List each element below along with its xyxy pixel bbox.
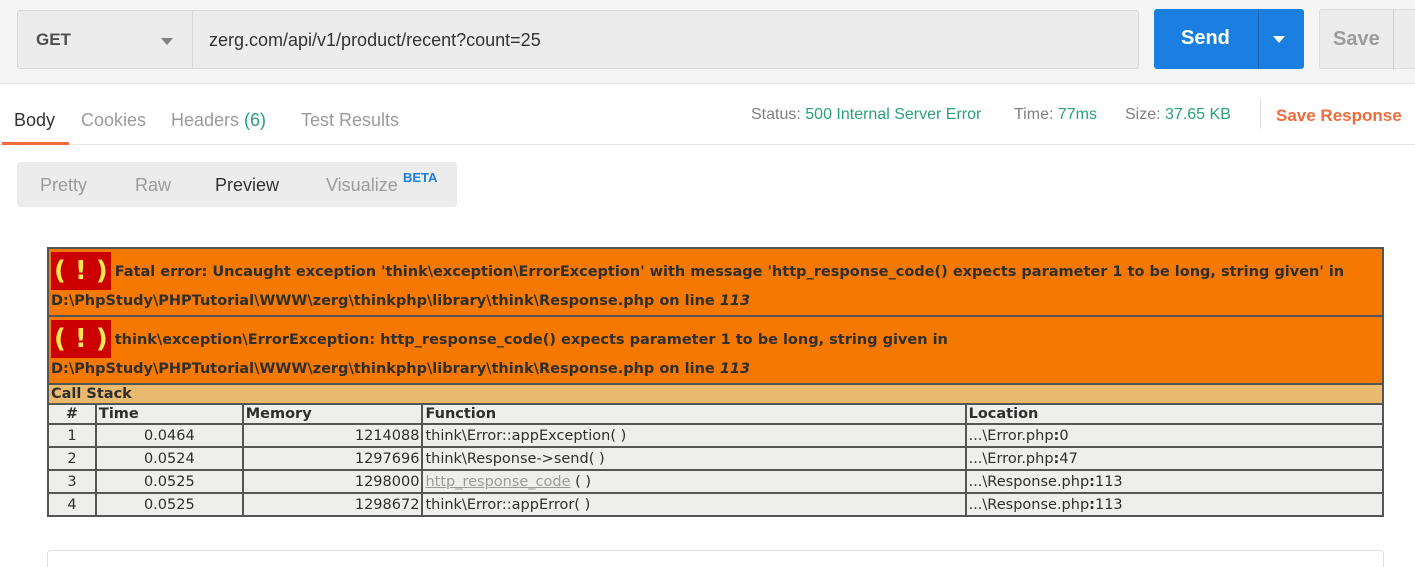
size-meta: Size: 37.65 KB bbox=[1125, 106, 1231, 124]
row-num: 1 bbox=[47, 423, 97, 448]
row-num: 3 bbox=[47, 469, 97, 494]
time-key: Time: bbox=[1014, 106, 1054, 123]
save-divider bbox=[1393, 10, 1394, 70]
chevron-down-icon bbox=[161, 38, 173, 45]
view-mode-selector: Pretty Raw Preview Visualize BETA bbox=[17, 162, 457, 207]
response-header: Body Cookies Headers (6) Test Results St… bbox=[0, 85, 1415, 145]
size-value: 37.65 KB bbox=[1165, 106, 1231, 123]
row-memory: 1298672 bbox=[241, 492, 424, 517]
time-value: 77ms bbox=[1057, 106, 1097, 123]
view-raw[interactable]: Raw bbox=[135, 175, 171, 196]
row-function: http_response_code ( ) bbox=[421, 469, 967, 494]
status-meta: Status: 500 Internal Server Error bbox=[751, 106, 981, 124]
headers-count-badge: (6) bbox=[244, 110, 267, 130]
meta-divider bbox=[1260, 99, 1261, 129]
exception-cell: ( ! ) think\exception\ErrorException: htt… bbox=[47, 315, 1384, 385]
response-footer-panel bbox=[47, 550, 1384, 567]
callstack-title-row: Call Stack bbox=[47, 383, 1384, 405]
row-memory: 1297696 bbox=[241, 446, 424, 471]
tab-cookies[interactable]: Cookies bbox=[81, 110, 146, 131]
location-line: 113 bbox=[1094, 473, 1123, 490]
send-dropdown-icon[interactable] bbox=[1273, 36, 1285, 43]
table-row: 2 0.0524 1297696 think\Response->send( )… bbox=[47, 446, 1385, 471]
save-label: Save bbox=[1333, 28, 1380, 50]
row-time: 0.0525 bbox=[94, 492, 244, 517]
status-value: 500 Internal Server Error bbox=[805, 106, 982, 123]
tab-headers-label: Headers bbox=[171, 110, 245, 130]
send-divider bbox=[1258, 9, 1259, 69]
exception-row: ( ! ) think\exception\ErrorException: htt… bbox=[47, 315, 1384, 385]
size-key: Size: bbox=[1125, 106, 1161, 123]
exception-text: think\exception\ErrorException: http_res… bbox=[51, 332, 948, 377]
fatal-error-text: Fatal error: Uncaught exception 'think\e… bbox=[51, 264, 1345, 309]
col-num: # bbox=[47, 403, 97, 425]
method-label: GET bbox=[36, 30, 71, 49]
col-time: Time bbox=[94, 403, 244, 425]
callstack-header-row: # Time Memory Function Location bbox=[47, 403, 1385, 425]
php-manual-link[interactable]: http_response_code bbox=[425, 474, 570, 490]
exception-line: 113 bbox=[719, 361, 751, 377]
col-function: Function bbox=[421, 403, 967, 425]
location-file: ...\Error.php bbox=[968, 427, 1054, 444]
status-key: Status: bbox=[751, 106, 801, 123]
table-row: 4 0.0525 1298672 think\Error::appError( … bbox=[47, 492, 1385, 517]
row-time: 0.0464 bbox=[94, 423, 244, 448]
tab-body[interactable]: Body bbox=[14, 110, 55, 131]
fatal-error-row: ( ! ) Fatal error: Uncaught exception 'th… bbox=[47, 247, 1384, 317]
row-location: ...\Error.php:0 bbox=[964, 423, 1385, 448]
url-input[interactable]: zerg.com/api/v1/product/recent?count=25 bbox=[192, 10, 1139, 69]
send-label: Send bbox=[1181, 27, 1230, 49]
view-visualize[interactable]: Visualize bbox=[326, 175, 398, 196]
view-preview[interactable]: Preview bbox=[215, 175, 279, 196]
row-location: ...\Response.php:113 bbox=[964, 469, 1385, 494]
location-file: ...\Response.php bbox=[968, 473, 1090, 490]
row-time: 0.0525 bbox=[94, 469, 244, 494]
url-text: zerg.com/api/v1/product/recent?count=25 bbox=[209, 30, 541, 50]
table-row: 1 0.0464 1214088 think\Error::appExcepti… bbox=[47, 423, 1385, 448]
table-row: 3 0.0525 1298000 http_response_code ( ) … bbox=[47, 469, 1385, 494]
row-time: 0.0524 bbox=[94, 446, 244, 471]
tab-headers[interactable]: Headers (6) bbox=[171, 110, 266, 131]
beta-badge: BETA bbox=[403, 170, 438, 185]
save-button[interactable]: Save bbox=[1319, 9, 1415, 70]
method-select[interactable]: GET bbox=[17, 10, 192, 69]
location-line: 0 bbox=[1059, 427, 1069, 444]
active-tab-indicator bbox=[2, 142, 69, 145]
send-button[interactable]: Send bbox=[1154, 9, 1304, 69]
row-location: ...\Error.php:47 bbox=[964, 446, 1385, 471]
error-bang-icon: ( ! ) bbox=[51, 252, 111, 290]
row-memory: 1214088 bbox=[241, 423, 424, 448]
save-response-button[interactable]: Save Response bbox=[1276, 106, 1402, 126]
row-num: 2 bbox=[47, 446, 97, 471]
tab-test-results[interactable]: Test Results bbox=[301, 110, 399, 131]
row-location: ...\Response.php:113 bbox=[964, 492, 1385, 517]
exception-bang-icon: ( ! ) bbox=[51, 320, 111, 358]
location-line: 47 bbox=[1059, 450, 1078, 467]
row-function: think\Response->send( ) bbox=[421, 446, 967, 471]
fatal-error-line: 113 bbox=[719, 293, 751, 309]
location-file: ...\Response.php bbox=[968, 496, 1090, 513]
callstack-title: Call Stack bbox=[47, 383, 1384, 405]
row-num: 4 bbox=[47, 492, 97, 517]
view-pretty[interactable]: Pretty bbox=[40, 175, 87, 196]
col-location: Location bbox=[964, 403, 1385, 425]
location-line: 113 bbox=[1094, 496, 1123, 513]
time-meta: Time: 77ms bbox=[1014, 106, 1097, 124]
row-function: think\Error::appException( ) bbox=[421, 423, 967, 448]
col-memory: Memory bbox=[241, 403, 424, 425]
row-memory: 1298000 bbox=[241, 469, 424, 494]
request-bar: GET zerg.com/api/v1/product/recent?count… bbox=[0, 0, 1415, 84]
function-suffix: ( ) bbox=[570, 473, 592, 490]
row-function: think\Error::appError( ) bbox=[421, 492, 967, 517]
fatal-error-cell: ( ! ) Fatal error: Uncaught exception 'th… bbox=[47, 247, 1384, 317]
php-error-table: ( ! ) Fatal error: Uncaught exception 'th… bbox=[47, 247, 1385, 517]
location-file: ...\Error.php bbox=[968, 450, 1054, 467]
